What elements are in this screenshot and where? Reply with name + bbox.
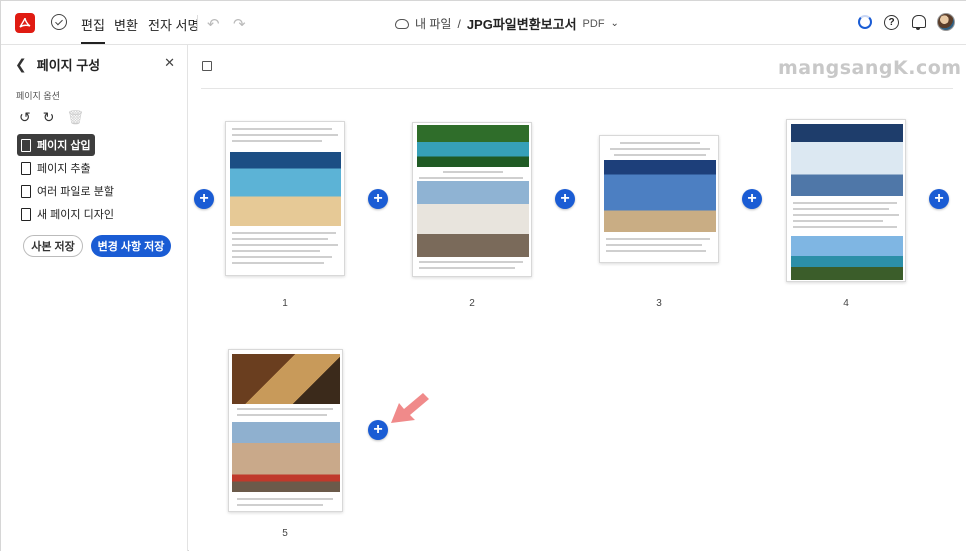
document-breadcrumb: 내 파일 / JPG파일변환보고서 PDF ⌄ (395, 14, 619, 33)
page-image (417, 181, 529, 257)
page-thumbnail-5[interactable] (228, 349, 343, 512)
arrow-icon (391, 393, 429, 423)
page-thumbnail-4[interactable] (786, 119, 906, 282)
page-number: 2 (469, 298, 475, 309)
sidebar-item-new-page-design[interactable]: 새 페이지 디자인 (17, 203, 177, 225)
sidebar-item-label: 여러 파일로 분할 (37, 186, 114, 198)
menu-convert[interactable]: 변환 (114, 15, 138, 34)
sidebar-item-insert-page[interactable]: 페이지 삽입 (17, 134, 95, 156)
insert-page-button[interactable]: + (929, 189, 949, 209)
page-image (791, 236, 903, 280)
breadcrumb-separator: / (457, 16, 461, 31)
page-number: 4 (843, 298, 849, 309)
insert-page-button[interactable]: + (194, 189, 214, 209)
select-all-checkbox[interactable] (202, 61, 212, 71)
redo-icon[interactable]: ↷ (233, 15, 246, 33)
back-icon[interactable]: ❮ (15, 56, 27, 73)
document-type: PDF (582, 17, 605, 30)
page-number: 3 (656, 298, 662, 309)
insert-page-button[interactable]: + (742, 189, 762, 209)
panel-title: 페이지 구성 (36, 58, 101, 73)
sidebar-item-label: 페이지 삽입 (37, 140, 91, 152)
breadcrumb-my-files[interactable]: 내 파일 (415, 15, 451, 32)
page-image (232, 422, 340, 492)
rotate-left-icon[interactable]: ↺ (19, 109, 31, 126)
page-thumbnail-2[interactable] (412, 122, 532, 277)
menu-edit[interactable]: 편집 (81, 15, 105, 44)
page-tools-list: 페이지 삽입 페이지 추출 여러 파일로 분할 새 페이지 디자인 (17, 134, 177, 226)
acrobat-logo-icon[interactable] (15, 13, 35, 33)
page-image (604, 160, 716, 232)
page-image (417, 125, 529, 167)
menu-e-sign[interactable]: 전자 서명 (148, 15, 199, 34)
topbar-right-icons: ? (858, 13, 955, 31)
chevron-down-icon[interactable]: ⌄ (611, 18, 619, 29)
page-image (232, 354, 340, 404)
cloud-icon (395, 18, 409, 29)
watermark: mangsangK.com (778, 57, 962, 79)
sidebar-item-extract-page[interactable]: 페이지 추출 (17, 157, 177, 179)
insert-page-button[interactable]: + (555, 189, 575, 209)
insert-icon (21, 138, 31, 152)
undo-icon[interactable]: ↶ (207, 15, 220, 33)
top-toolbar: 편집 변환 전자 서명 ↶ ↷ 내 파일 / JPG파일변환보고서 PDF ⌄ … (1, 1, 966, 45)
bell-icon[interactable] (911, 14, 926, 30)
tool-icon[interactable] (51, 14, 67, 30)
page-options-label: 페이지 옵션 (16, 91, 60, 101)
insert-page-button[interactable]: + (368, 420, 388, 440)
page-number: 5 (282, 528, 288, 539)
panel-header: ❮ 페이지 구성 (15, 55, 100, 74)
rotate-right-icon[interactable]: ↻ (43, 109, 55, 126)
avatar[interactable] (937, 13, 955, 31)
save-copy-button[interactable]: 사본 저장 (23, 235, 83, 257)
page-thumbnail-1[interactable] (225, 121, 345, 276)
help-icon[interactable]: ? (884, 14, 899, 30)
insert-page-button[interactable]: + (368, 189, 388, 209)
sidebar-item-split-files[interactable]: 여러 파일로 분할 (17, 180, 177, 202)
split-icon (21, 184, 31, 198)
page-image (230, 152, 341, 226)
page-thumbnail-3[interactable] (599, 135, 719, 263)
document-title[interactable]: JPG파일변환보고서 (467, 14, 577, 33)
close-icon[interactable]: ✕ (164, 55, 175, 71)
sync-icon[interactable] (858, 15, 872, 29)
trash-icon[interactable]: 🗑 (66, 109, 84, 126)
design-icon (21, 207, 31, 221)
page-grid: mangsangK.com 1 2 3 4 5 + + + + + + (189, 45, 966, 551)
toolbar-divider (197, 15, 198, 31)
sidebar-item-label: 새 페이지 디자인 (37, 209, 114, 221)
page-number: 1 (282, 298, 288, 309)
divider (201, 88, 953, 89)
page-image (791, 124, 903, 196)
extract-icon (21, 161, 31, 175)
save-changes-button[interactable]: 변경 사항 저장 (91, 235, 171, 257)
organize-pages-panel: ❮ 페이지 구성 ✕ 페이지 옵션 ↺ ↻ 🗑 페이지 삽입 페이지 추출 여러… (1, 45, 188, 551)
page-option-icons: ↺ ↻ 🗑 (19, 109, 84, 126)
sidebar-item-label: 페이지 추출 (37, 163, 91, 175)
